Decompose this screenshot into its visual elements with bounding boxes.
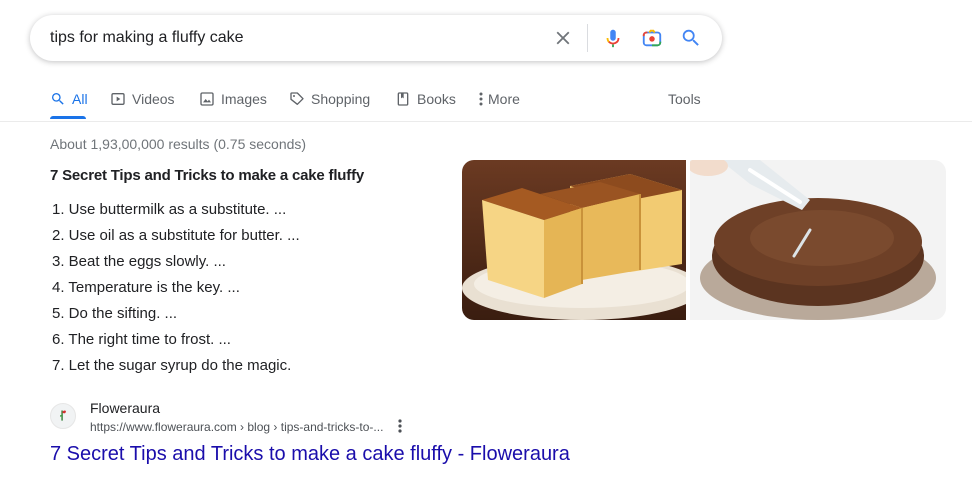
list-item: 2. Use oil as a substitute for butter. .… xyxy=(52,227,300,244)
result-stats: About 1,93,00,000 results (0.75 seconds) xyxy=(50,136,307,152)
tag-icon xyxy=(289,91,305,107)
list-item: 1. Use buttermilk as a substitute. ... xyxy=(52,201,287,218)
site-url[interactable]: https://www.floweraura.com › blog › tips… xyxy=(90,419,383,435)
search-input[interactable]: tips for making a fluffy cake xyxy=(50,28,244,48)
tab-label: Shopping xyxy=(311,91,371,107)
tab-label: Books xyxy=(417,91,456,107)
snippet-images xyxy=(462,160,946,320)
featured-snippet-title: 7 Secret Tips and Tricks to make a cake … xyxy=(50,167,365,184)
list-item: 6. The right time to frost. ... xyxy=(52,331,231,348)
active-tab-indicator xyxy=(50,116,86,119)
tab-label: All xyxy=(72,91,88,107)
tab-label: Videos xyxy=(132,91,175,107)
chocolate-cake-image[interactable] xyxy=(690,160,946,320)
more-options-icon[interactable] xyxy=(394,418,406,434)
tab-images[interactable]: Images xyxy=(199,88,267,110)
header-divider xyxy=(0,121,972,122)
play-icon xyxy=(110,91,126,107)
book-icon xyxy=(395,91,411,107)
tab-all[interactable]: All xyxy=(50,88,88,110)
tab-more[interactable]: More xyxy=(476,88,520,110)
tab-books[interactable]: Books xyxy=(395,88,456,110)
tab-label: More xyxy=(488,91,520,107)
featured-snippet-list: 1. Use buttermilk as a substitute. ... 2… xyxy=(52,200,300,382)
list-item: 4. Temperature is the key. ... xyxy=(52,279,240,296)
list-item: 5. Do the sifting. ... xyxy=(52,305,178,322)
list-item: 3. Beat the eggs slowly. ... xyxy=(52,253,226,270)
search-divider xyxy=(587,24,588,52)
sponge-cake-image[interactable] xyxy=(462,160,686,320)
camera-icon[interactable] xyxy=(641,27,663,49)
microphone-icon[interactable] xyxy=(602,26,624,50)
image-icon xyxy=(199,91,215,107)
tab-label: Images xyxy=(221,91,267,107)
search-icon xyxy=(50,91,66,107)
list-item: 7. Let the sugar syrup do the magic. xyxy=(52,357,292,374)
site-favicon[interactable] xyxy=(50,403,76,429)
tab-videos[interactable]: Videos xyxy=(110,88,175,110)
tools-button[interactable]: Tools xyxy=(668,88,701,110)
tab-shopping[interactable]: Shopping xyxy=(289,88,370,110)
result-title-link[interactable]: 7 Secret Tips and Tricks to make a cake … xyxy=(50,442,570,466)
search-icon[interactable] xyxy=(680,27,702,49)
close-icon[interactable] xyxy=(552,27,574,49)
search-box[interactable]: tips for making a fluffy cake xyxy=(30,15,722,61)
more-vert-icon xyxy=(476,91,486,107)
site-name[interactable]: Floweraura xyxy=(90,399,160,417)
